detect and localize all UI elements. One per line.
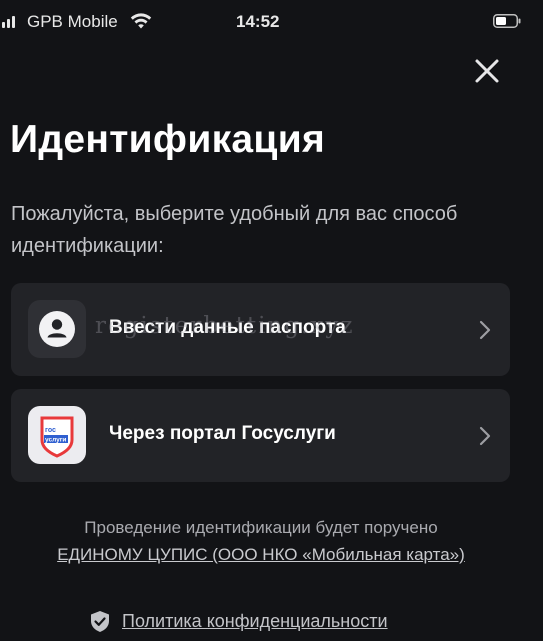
gosuslugi-logo-text-bottom: услуги [45, 437, 66, 444]
gosuslugi-logo-icon: гос услуги [28, 406, 86, 464]
shield-check-icon [91, 611, 109, 632]
gosuslugi-option-button[interactable]: гос услуги Через портал Госуслуги [11, 389, 510, 482]
page-title: Идентификация [10, 118, 326, 161]
status-time: 14:52 [236, 12, 280, 31]
chevron-right-icon [479, 320, 491, 340]
gosuslugi-logo-text-top: гос [45, 427, 56, 434]
privacy-policy-label: Политика конфиденциальности [122, 611, 388, 631]
signal-icon [2, 14, 15, 28]
cupis-link[interactable]: ЕДИНОМУ ЦУПИС (ООО НКО «Мобильная карта»… [57, 545, 465, 564]
wifi-icon [130, 13, 152, 29]
passport-option-label: Ввести данные паспорта [109, 317, 346, 338]
identification-screen: GPB Mobile 14:52 Идентификация Пожалуйст… [0, 0, 543, 641]
identification-notice: Проведение идентификации будет поручено … [0, 514, 522, 568]
page-subtitle: Пожалуйста, выберите удобный для вас спо… [11, 203, 458, 257]
person-icon [39, 311, 75, 347]
chevron-right-icon [479, 426, 491, 446]
gosuslugi-option-label: Через портал Госуслуги [109, 423, 336, 444]
privacy-policy-link[interactable]: Политика конфиденциальности [90, 610, 388, 633]
carrier-name: GPB Mobile [27, 12, 118, 31]
status-bar: GPB Mobile 14:52 [0, 0, 543, 46]
close-icon[interactable] [470, 54, 504, 88]
battery-icon [493, 14, 521, 28]
gosuslugi-icon-box: гос услуги [28, 406, 86, 464]
person-icon-box [28, 300, 86, 358]
passport-option-button[interactable]: Ввести данные паспорта [11, 283, 510, 376]
notice-text: Проведение идентификации будет поручено [84, 518, 438, 537]
